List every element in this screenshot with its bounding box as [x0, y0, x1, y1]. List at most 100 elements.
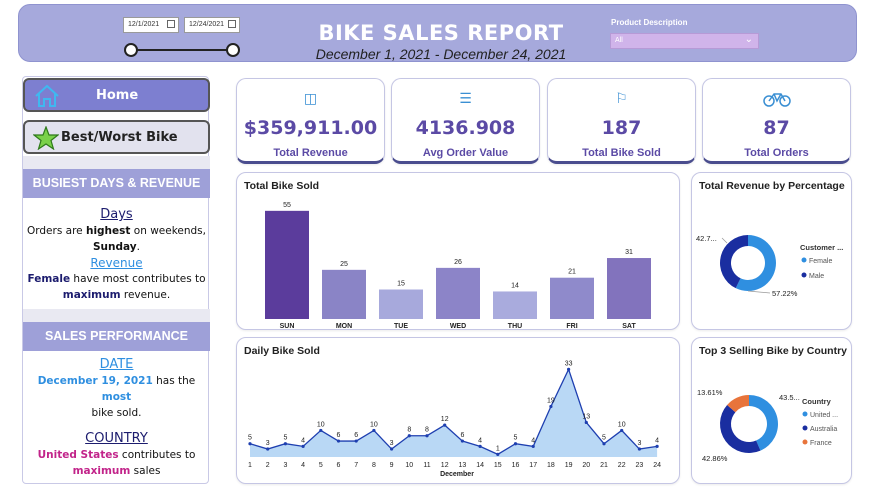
country-text-d: sales — [130, 465, 161, 477]
kpi-value: 4136.908 — [415, 117, 516, 139]
country-text-a: United States — [37, 449, 119, 461]
area-chart: 5132534410566671083981081112126134141155… — [248, 360, 661, 478]
x-tick-label: 6 — [337, 462, 341, 469]
point-value-label: 1 — [496, 445, 500, 452]
point-value-label: 33 — [565, 360, 573, 367]
bar — [379, 289, 423, 319]
bar-category-label: WED — [450, 323, 466, 330]
start-date-input[interactable]: 12/1/2021 — [123, 17, 179, 33]
date-text-b: has the — [152, 375, 196, 387]
revenue-text-d: revenue. — [120, 289, 171, 301]
bar-category-label: MON — [336, 323, 352, 330]
bar — [493, 291, 537, 319]
product-filter-value: All — [615, 37, 623, 44]
data-point — [390, 447, 394, 451]
bar-category-label: SAT — [622, 323, 636, 330]
x-tick-label: 10 — [405, 462, 413, 469]
x-tick-label: 12 — [441, 462, 449, 469]
date-range-slider[interactable] — [132, 49, 235, 51]
slider-end-handle[interactable] — [226, 43, 240, 57]
chevron-down-icon[interactable]: ⌄ — [745, 34, 753, 45]
bar-value-label: 31 — [625, 249, 633, 256]
data-point — [567, 367, 571, 371]
bar — [265, 210, 309, 319]
country-text-b: contributes to — [118, 449, 196, 461]
data-point — [602, 442, 606, 446]
home-nav-button[interactable]: Home — [23, 78, 210, 112]
end-date-value: 12/24/2021 — [189, 21, 225, 28]
busiest-days-body: Days Orders are highest on weekends, Sun… — [23, 207, 210, 303]
best-worst-nav-button[interactable]: Best/Worst Bike — [23, 120, 210, 154]
revenue-percentage-panel: Total Revenue by Percentage 57.22% 42.7..… — [691, 172, 852, 330]
data-point — [425, 434, 429, 438]
home-nav-label: Home — [96, 88, 139, 103]
sales-performance-header: SALES PERFORMANCE — [23, 322, 210, 351]
point-value-label: 4 — [301, 437, 305, 444]
home-icon — [35, 84, 59, 107]
point-value-label: 3 — [637, 440, 641, 447]
x-tick-label: 5 — [319, 462, 323, 469]
daily-bike-sold-panel: Daily Bike Sold 5 1 3 2 5 3 4 4 10 5 6 6 6 7 10 8 3 9 8 10 8… — [236, 337, 680, 484]
slider-start-handle[interactable] — [124, 43, 138, 57]
country-donut-chart: 43.5... 42.86% 13.61% Country United ... Aust… — [697, 388, 838, 463]
data-point — [478, 444, 482, 448]
kpi-label: Total Revenue — [273, 147, 348, 159]
total-bike-sold-panel: Total Bike Sold 55 SUN 25 MON 15 TUE 26 WED 14 TH… — [236, 172, 680, 330]
x-tick-label: 21 — [600, 462, 608, 469]
date-text-d: bike sold. — [91, 407, 142, 419]
x-tick-label: 20 — [582, 462, 590, 469]
busiest-days-header: BUSIEST DAYS & REVENUE — [23, 169, 210, 198]
days-text-sunday: Sunday — [93, 241, 137, 253]
data-point — [407, 434, 411, 438]
point-value-label: 5 — [602, 435, 606, 442]
clipboard-icon: ☰ — [459, 91, 472, 107]
page-subtitle: December 1, 2021 - December 24, 2021 — [315, 46, 567, 62]
legend-label: Male — [809, 273, 824, 280]
donut-slice — [720, 404, 761, 453]
bar-category-label: THU — [508, 323, 522, 330]
data-point — [443, 423, 447, 427]
slice-value-label: 42.7... — [696, 234, 717, 243]
x-tick-label: 11 — [423, 462, 430, 469]
x-tick-label: 1 — [248, 462, 252, 469]
kpi-label: Total Bike Sold — [582, 147, 661, 159]
slice-value-label: 42.86% — [702, 454, 728, 463]
bar-value-label: 21 — [568, 269, 576, 276]
point-value-label: 13 — [582, 413, 590, 420]
kpi-value: 187 — [601, 117, 642, 139]
x-tick-label: 23 — [636, 462, 644, 469]
x-tick-label: 14 — [476, 462, 484, 469]
cyclist-icon: ⚐ — [615, 91, 628, 107]
legend-marker — [802, 411, 808, 417]
point-value-label: 12 — [441, 416, 449, 423]
best-worst-nav-label: Best/Worst Bike — [61, 130, 178, 145]
legend-marker — [801, 257, 807, 263]
calendar-icon[interactable] — [167, 20, 175, 28]
point-value-label: 19 — [547, 398, 555, 405]
kpi-label: Avg Order Value — [422, 147, 509, 159]
kpi-value: $359,911.00 — [243, 117, 378, 139]
bar-value-label: 26 — [454, 259, 462, 266]
calendar-icon[interactable] — [228, 20, 236, 28]
data-point — [319, 428, 323, 433]
slice-value-label: 57.22% — [772, 289, 798, 298]
sidebar: Home Best/Worst Bike BUSIEST DAYS & REVE… — [22, 76, 210, 484]
x-tick-label: 18 — [547, 462, 555, 469]
end-date-input[interactable]: 12/24/2021 — [184, 17, 240, 33]
data-point — [655, 444, 659, 448]
legend-title: Country — [802, 397, 832, 406]
date-title: DATE — [99, 357, 134, 372]
product-filter-select[interactable]: All ⌄ — [610, 33, 759, 49]
data-point — [372, 428, 376, 433]
point-value-label: 5 — [514, 435, 518, 442]
bar-category-label: TUE — [394, 323, 408, 330]
point-value-label: 10 — [618, 421, 626, 428]
country-title: COUNTRY — [85, 431, 148, 446]
bicycle-icon — [703, 91, 850, 111]
days-text-period: . — [136, 241, 140, 253]
sidebar-spacer — [23, 309, 210, 323]
kpi-card-total-bike-sold: ⚐ 187 Total Bike Sold — [547, 78, 696, 164]
legend-marker — [801, 272, 807, 278]
legend-label: Australia — [810, 426, 837, 433]
star-icon — [33, 126, 59, 150]
